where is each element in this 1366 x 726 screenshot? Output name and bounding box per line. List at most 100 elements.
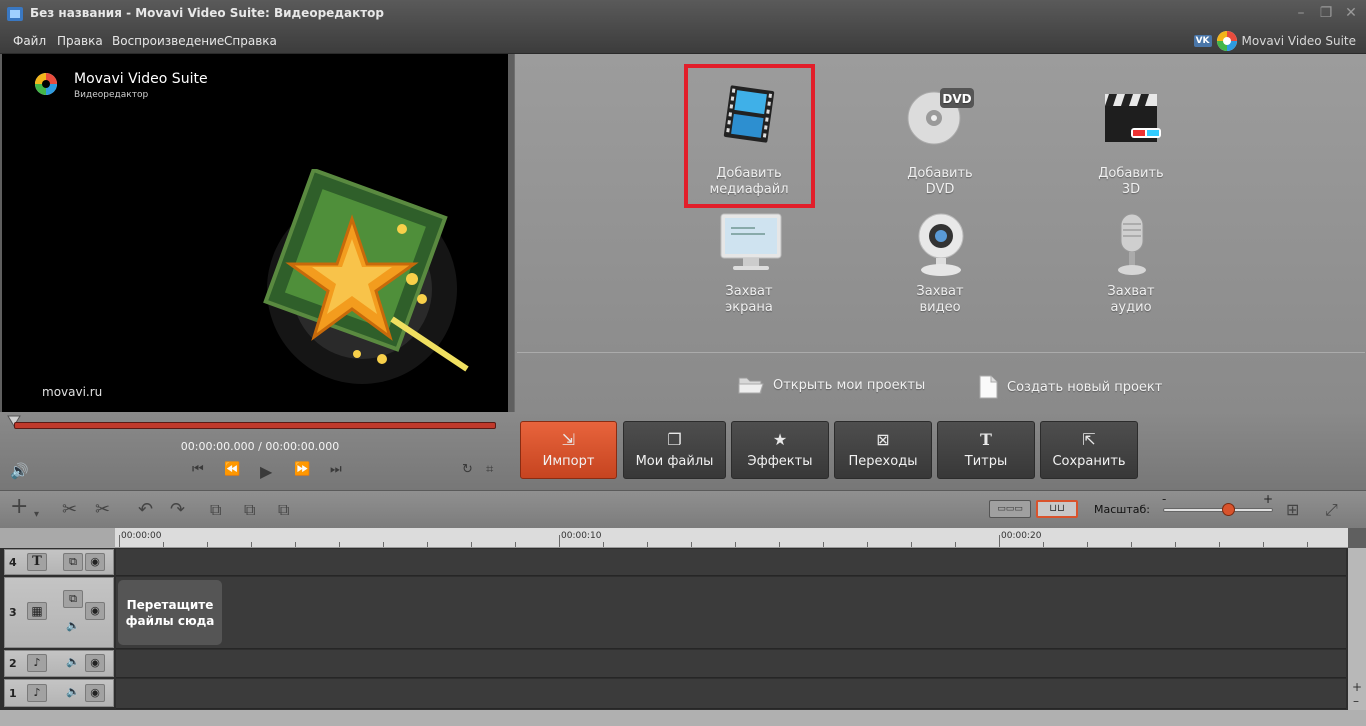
split-icon[interactable]: ✂ — [95, 500, 110, 520]
vk-icon[interactable]: VK — [1193, 35, 1212, 47]
minimize-button[interactable]: – — [1290, 4, 1312, 22]
close-button[interactable]: ✕ — [1340, 4, 1362, 22]
tab-effects[interactable]: ★ Эффекты — [731, 421, 829, 479]
movavi-logo-icon — [1216, 31, 1237, 51]
redo-icon[interactable]: ↷ — [170, 500, 185, 520]
ruler-tick — [1043, 542, 1044, 547]
ruler-tick — [515, 542, 516, 547]
capture-screen-tile[interactable]: Захват экрана — [689, 204, 809, 324]
tab-save[interactable]: ⇱ Сохранить — [1040, 421, 1138, 479]
track-number: 4 — [9, 556, 17, 569]
add-dvd-tile[interactable]: DVD Добавить DVD — [880, 78, 1000, 198]
scroll-plus-icon[interactable]: + — [1352, 680, 1362, 694]
main-toolbar: ⇲ Импорт ❐ Мои файлы ★ Эффекты ⊠ Переход… — [514, 412, 1366, 490]
go-to-start-icon[interactable]: ⏮ — [192, 462, 204, 477]
track-lane-3[interactable] — [116, 577, 1346, 649]
lock-overlay-icon[interactable]: ⧉ — [63, 590, 83, 608]
rewind-icon[interactable]: ⏪ — [224, 462, 240, 477]
capture-audio-tile[interactable]: Захват аудио — [1071, 204, 1191, 324]
ruler-tick — [1175, 542, 1176, 547]
ruler-tick — [1087, 542, 1088, 547]
titles-track-icon: T — [27, 553, 47, 571]
capture-video-label: Захват видео — [880, 284, 1000, 316]
preview-site: movavi.ru — [42, 385, 103, 399]
capture-video-label-line2: видео — [919, 300, 961, 315]
speaker-icon[interactable]: 🔈 — [63, 684, 83, 702]
scale-slider-thumb[interactable] — [1222, 503, 1235, 516]
go-to-end-icon[interactable]: ⏭ — [330, 462, 342, 477]
dvd-icon: DVD — [907, 88, 974, 145]
dvd-badge: DVD — [942, 92, 971, 106]
eye-icon[interactable]: ◉ — [85, 553, 105, 571]
clip-settings-icon[interactable]: ⧉ — [278, 500, 289, 520]
speaker-icon[interactable]: 🔈 — [63, 654, 83, 672]
add-3d-tile[interactable]: Добавить 3D — [1071, 78, 1191, 198]
tab-transitions[interactable]: ⊠ Переходы — [834, 421, 932, 479]
horizontal-scrollbar[interactable] — [0, 710, 1366, 726]
preview-brand-title: Movavi Video Suite — [74, 71, 208, 87]
scale-slider[interactable] — [1163, 508, 1273, 512]
eye-icon[interactable]: ◉ — [85, 602, 105, 620]
undo-icon[interactable]: ↶ — [138, 500, 153, 520]
tab-transitions-label: Переходы — [848, 454, 918, 469]
tab-my-files[interactable]: ❐ Мои файлы — [623, 421, 726, 479]
clapperboard-icon — [1105, 94, 1161, 142]
crop-icon[interactable]: ⌗ — [486, 462, 493, 477]
storyboard-view-button[interactable]: ▭▭▭ — [989, 500, 1031, 518]
eye-icon[interactable]: ◉ — [85, 684, 105, 702]
add-dvd-label: Добавить DVD — [880, 166, 1000, 198]
timeline-ruler[interactable]: 00:00:00 00:00:10 00:00:20 — [115, 528, 1348, 548]
tab-titles[interactable]: T Титры — [937, 421, 1035, 479]
capture-audio-label-line1: Захват — [1107, 284, 1155, 299]
track-header-4: 4 T ⧉ ◉ — [4, 549, 114, 575]
fast-forward-icon[interactable]: ⏩ — [294, 462, 310, 477]
tab-import[interactable]: ⇲ Импорт — [520, 421, 617, 479]
webcam-icon — [918, 213, 964, 276]
track-lane-1[interactable] — [116, 679, 1346, 709]
lock-overlay-icon[interactable]: ⧉ — [63, 553, 83, 571]
rotate-icon[interactable]: ↻ — [462, 462, 473, 477]
menu-file[interactable]: Файл — [13, 34, 46, 48]
menu-edit[interactable]: Правка — [57, 34, 103, 48]
cut-icon[interactable]: ✂ — [62, 500, 77, 520]
add-track-dropdown-icon[interactable]: ▾ — [34, 505, 39, 525]
timeline-view-button[interactable]: ⊔⊔ — [1036, 500, 1078, 518]
add-3d-label-line1: Добавить — [1098, 166, 1164, 181]
add-track-icon[interactable]: + — [10, 496, 28, 518]
menu-playback[interactable]: Воспроизведение — [112, 34, 224, 48]
ruler-tick — [559, 535, 560, 547]
restore-button[interactable]: ❐ — [1315, 4, 1337, 22]
volume-icon[interactable]: 🔊 — [10, 462, 29, 480]
track-number: 3 — [9, 606, 17, 619]
add-dvd-label-line2: DVD — [925, 182, 955, 197]
title-bar: Без названия - Movavi Video Suite: Видео… — [0, 0, 1366, 28]
ruler-tick — [955, 542, 956, 547]
fullscreen-icon[interactable]: ⤢ — [1325, 500, 1338, 520]
track-lane-2[interactable] — [116, 650, 1346, 678]
scroll-minus-icon[interactable]: – — [1353, 694, 1359, 708]
track-number: 2 — [9, 657, 17, 670]
zoom-fit-icon[interactable]: ⊞ — [1286, 500, 1299, 520]
new-project-link[interactable]: Создать новый проект — [977, 374, 1162, 400]
tab-my-files-label: Мои файлы — [635, 454, 714, 469]
progress-bar[interactable] — [14, 422, 496, 429]
properties-icon[interactable]: ⧉ — [210, 500, 221, 520]
eye-icon[interactable]: ◉ — [85, 654, 105, 672]
menu-help[interactable]: Справка — [224, 34, 277, 48]
speaker-icon[interactable]: 🔈 — [63, 618, 83, 636]
ruler-label: 00:00:00 — [121, 531, 162, 541]
track-header-2: 2 ♪ 🔈 ◉ — [4, 650, 114, 677]
track-header-1: 1 ♪ 🔈 ◉ — [4, 679, 114, 707]
tab-effects-label: Эффекты — [747, 454, 813, 469]
ruler-tick — [427, 542, 428, 547]
capture-video-tile[interactable]: Захват видео — [880, 204, 1000, 324]
vertical-scrollbar[interactable]: + – — [1348, 548, 1366, 710]
open-projects-link[interactable]: Открыть мои проекты — [737, 374, 925, 396]
drop-files-hint[interactable]: Перетащите файлы сюда — [118, 580, 222, 645]
track-lane-4[interactable] — [116, 549, 1346, 576]
import-panel: Добавить медиафайл DVD Добавить DVD Доба… — [514, 54, 1366, 412]
track-header-3: 3 ▦ ⧉ ◉ 🔈 — [4, 577, 114, 648]
ruler-tick — [251, 542, 252, 547]
export-clip-icon[interactable]: ⧉ — [244, 500, 255, 520]
play-icon[interactable]: ▶ — [260, 462, 272, 481]
